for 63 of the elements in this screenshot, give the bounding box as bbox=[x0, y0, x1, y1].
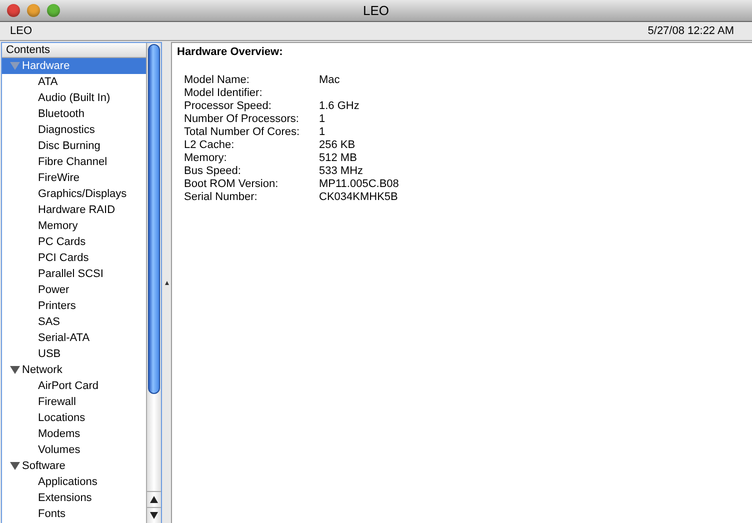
field-value: 533 MHz bbox=[319, 165, 364, 178]
field-label: Total Number Of Cores: bbox=[184, 126, 301, 139]
field-value: 1.6 GHz bbox=[319, 100, 360, 113]
disclosure-triangle-icon[interactable] bbox=[10, 461, 20, 471]
tree-item[interactable]: Hardware RAID bbox=[2, 202, 146, 218]
tree-item[interactable]: Diagnostics bbox=[2, 122, 146, 138]
disclosure-triangle-icon[interactable] bbox=[10, 365, 20, 375]
tree-item[interactable]: Graphics/Displays bbox=[2, 186, 146, 202]
field-value: MP11.005C.B08 bbox=[319, 178, 400, 191]
field-label: Model Name: bbox=[184, 74, 250, 87]
tree-item[interactable]: Fibre Channel bbox=[2, 154, 146, 170]
window-title: LEO bbox=[362, 3, 389, 18]
tree-item[interactable]: PCI Cards bbox=[2, 250, 146, 266]
computer-name: LEO bbox=[10, 25, 32, 37]
tree-item[interactable]: AirPort Card bbox=[2, 378, 146, 394]
tree-item[interactable]: Serial-ATA bbox=[2, 330, 146, 346]
field-value: CK034KMHK5B bbox=[319, 191, 399, 204]
tree-item[interactable]: Printers bbox=[2, 298, 146, 314]
scrollbar[interactable] bbox=[146, 43, 161, 523]
tree-item[interactable]: Fonts bbox=[2, 506, 146, 522]
tree-item[interactable]: Locations bbox=[2, 410, 146, 426]
tree-item[interactable]: Network bbox=[2, 362, 146, 378]
window-control-button[interactable] bbox=[47, 4, 60, 17]
tree-item[interactable]: Bluetooth bbox=[2, 106, 146, 122]
tree-item[interactable]: Power bbox=[2, 282, 146, 298]
tree-item[interactable]: Memory bbox=[2, 218, 146, 234]
timestamp: 5/27/08 12:22 AM bbox=[648, 25, 734, 37]
tree-item[interactable]: Extensions bbox=[2, 490, 146, 506]
field-label: Serial Number: bbox=[184, 191, 258, 204]
tree-item[interactable]: Disc Burning bbox=[2, 138, 146, 154]
field-label: Number Of Processors: bbox=[184, 113, 300, 126]
tree-item[interactable]: SAS bbox=[2, 314, 146, 330]
tree-item[interactable]: Modems bbox=[2, 426, 146, 442]
field-label: Memory: bbox=[184, 152, 228, 165]
window-control-button[interactable] bbox=[7, 4, 20, 17]
field-value: 1 bbox=[319, 113, 326, 126]
field-label: Processor Speed: bbox=[184, 100, 272, 113]
tree-item[interactable]: Audio (Built In) bbox=[2, 90, 146, 106]
down-arrow-icon bbox=[150, 512, 158, 519]
field-value: Mac bbox=[319, 74, 341, 87]
field-value: 256 KB bbox=[319, 139, 356, 152]
up-arrow-icon bbox=[150, 496, 158, 503]
tree-item[interactable]: USB bbox=[2, 346, 146, 362]
tree-item[interactable]: Parallel SCSI bbox=[2, 266, 146, 282]
field-label: Model Identifier: bbox=[184, 87, 264, 100]
tree-item[interactable]: Software bbox=[2, 458, 146, 474]
tree-item[interactable]: Firewall bbox=[2, 394, 146, 410]
field-label: Boot ROM Version: bbox=[184, 178, 280, 191]
field-label: L2 Cache: bbox=[184, 139, 236, 152]
scroll-thumb[interactable] bbox=[148, 44, 160, 394]
field-value: 512 MB bbox=[319, 152, 358, 165]
tree-item[interactable]: Volumes bbox=[2, 442, 146, 458]
window-control-button[interactable] bbox=[27, 4, 40, 17]
column-header[interactable]: Contents bbox=[2, 43, 146, 58]
tree-item[interactable]: PC Cards bbox=[2, 234, 146, 250]
tree-item[interactable]: FireWire bbox=[2, 170, 146, 186]
tree-item[interactable]: ATA bbox=[2, 74, 146, 90]
tree-item[interactable]: Applications bbox=[2, 474, 146, 490]
section-title: Hardware Overview: bbox=[177, 46, 284, 58]
tree-item[interactable]: Hardware bbox=[2, 58, 146, 74]
field-label: Bus Speed: bbox=[184, 165, 242, 178]
field-value: 1 bbox=[319, 126, 326, 139]
grip-icon bbox=[164, 280, 168, 284]
